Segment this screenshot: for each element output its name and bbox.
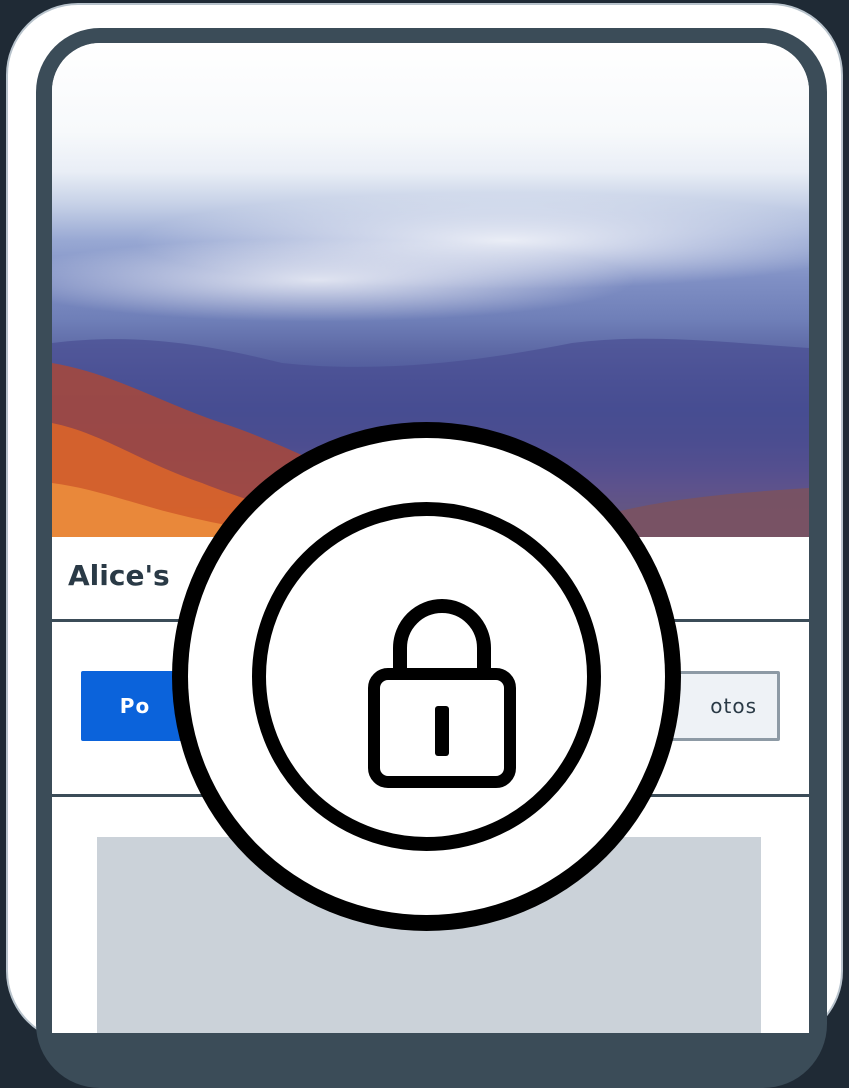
lock-overlay-inner	[188, 438, 665, 915]
lock-icon	[368, 599, 516, 788]
profile-title: Alice's	[68, 559, 170, 592]
lock-overlay	[172, 422, 681, 931]
